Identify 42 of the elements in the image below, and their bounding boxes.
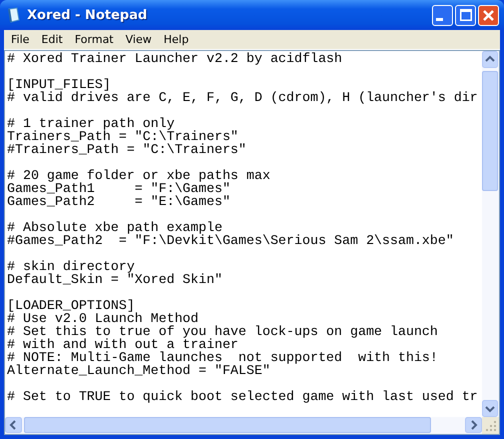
text-line: # 1 trainer path only — [7, 117, 175, 130]
menu-item[interactable]: File — [5, 33, 36, 46]
horizontal-scrollbar[interactable] — [5, 417, 482, 434]
text-line: Default_Skin = "Xored Skin" — [7, 273, 224, 286]
close-icon — [483, 10, 494, 20]
text-line: #Games_Path2 = "F:\Devkit\Games\Serious Sam 2\ssam.xbe" — [7, 234, 455, 247]
minimize-button[interactable] — [432, 4, 453, 26]
scroll-right-icon[interactable] — [465, 417, 482, 433]
text-line: # Set to TRUE to quick boot selected game with last used tr — [7, 390, 479, 403]
scrollbar-thumb[interactable] — [482, 71, 498, 191]
text-line: # Use v2.0 Launch Method — [7, 312, 200, 325]
scrollbar-thumb[interactable] — [24, 417, 431, 433]
menu-item[interactable]: Edit — [35, 33, 69, 46]
text-line: # 20 game folder or xbe paths max — [7, 169, 272, 182]
scroll-up-icon[interactable] — [482, 51, 498, 68]
text-line: # NOTE: Multi-Game launches not supported with this! — [7, 351, 439, 364]
maximize-icon — [460, 9, 472, 21]
text-line: # Absolute xbe path example — [7, 221, 222, 234]
size-grip-icon[interactable] — [484, 420, 496, 432]
text-line: Alternate_Launch_Method = "FALSE" — [7, 364, 272, 377]
vertical-scrollbar[interactable] — [482, 51, 499, 417]
text-line: #Trainers_Path = "C:\Trainers" — [7, 143, 248, 156]
notepad-icon — [6, 7, 22, 23]
text-line: # valid drives are C, E, F, G, D (cdrom), H (launcher's dir — [7, 91, 479, 104]
text-line: Trainers_Path = "C:\Trainers" — [7, 130, 238, 143]
scroll-left-icon[interactable] — [5, 417, 22, 433]
text-line: # Xored Trainer Launcher v2.2 by acidflash — [7, 52, 344, 65]
menu-item[interactable]: Format — [68, 33, 120, 46]
text-line: [LOADER_OPTIONS] — [7, 299, 135, 312]
close-button[interactable] — [478, 4, 499, 26]
text-line: # Set this to true of you have lock-ups on game launch — [7, 325, 439, 338]
text-line: # with and with out a trainer — [7, 338, 240, 351]
window-title: Xored - Notepad — [27, 8, 148, 22]
scroll-down-icon[interactable] — [482, 400, 498, 417]
text-line: # skin directory — [7, 260, 135, 273]
menu-item[interactable]: Help — [158, 33, 195, 46]
text-line: Games_Path2 = "E:\Games" — [7, 195, 232, 208]
maximize-button[interactable] — [455, 4, 476, 26]
menu-item[interactable]: View — [120, 33, 158, 46]
text-line: Games_Path1 = "F:\Games" — [7, 182, 230, 195]
minimize-icon — [436, 18, 443, 21]
text-line: [INPUT_FILES] — [7, 78, 111, 91]
